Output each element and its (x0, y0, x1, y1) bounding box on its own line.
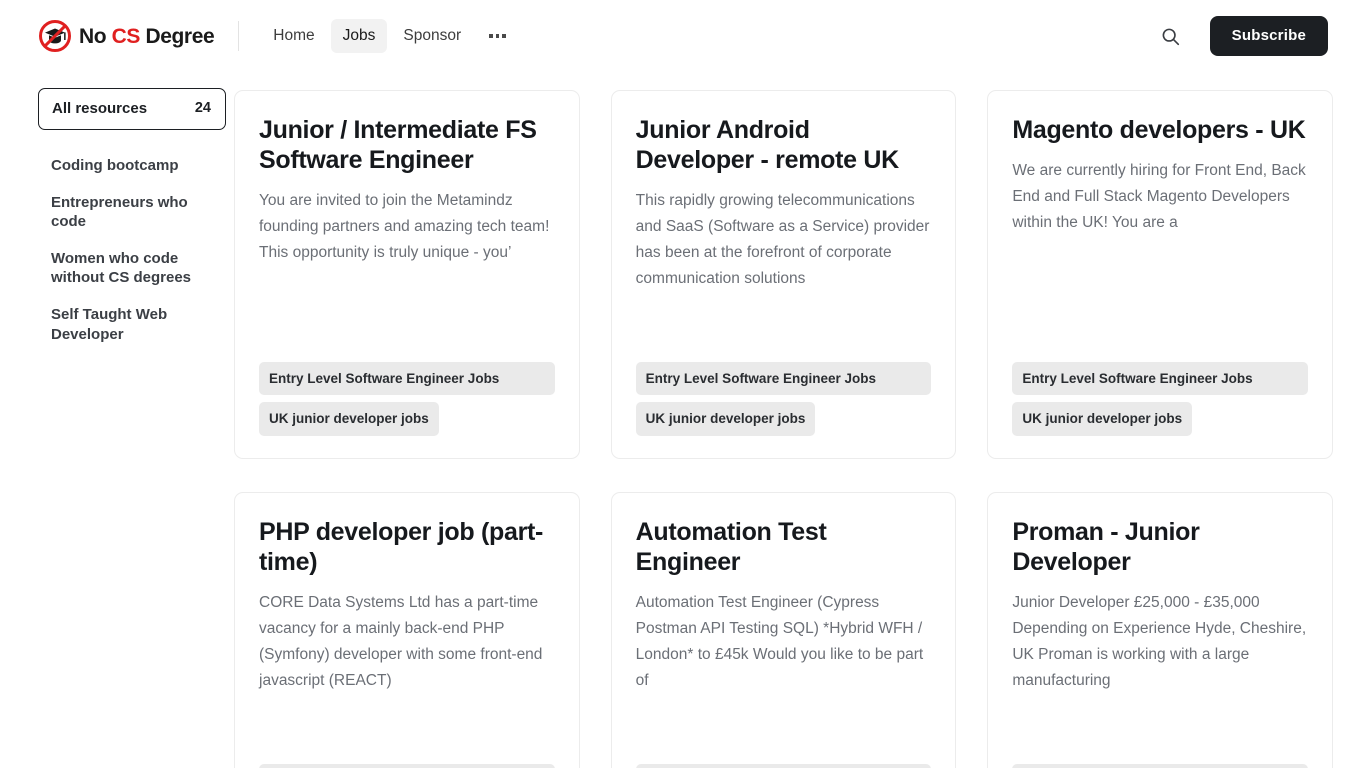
job-card[interactable]: Junior Android Developer - remote UK Thi… (610, 90, 957, 459)
job-card-description: CORE Data Systems Ltd has a part-time va… (259, 594, 543, 690)
nav-item-sponsor[interactable]: Sponsor (391, 19, 473, 53)
job-card-description: Junior Developer £25,000 - £35,000 Depen… (1012, 594, 1307, 690)
job-card-title: PHP developer job (part-time) (259, 518, 544, 576)
sidebar-all-resources-label: All resources (52, 100, 148, 117)
job-tag[interactable]: UK junior developer jobs (1012, 402, 1193, 436)
job-card-title: Automation Test Engineer (635, 518, 827, 576)
no-degree-cap-logo-icon (38, 19, 72, 53)
header-divider (238, 21, 240, 51)
job-cards-grid: Junior / Intermediate FS Software Engine… (234, 88, 1333, 768)
job-tag[interactable]: Entry Level Software Engineer Jobs (635, 763, 932, 768)
page-body: All resources 24 Coding bootcamp Entrepr… (0, 72, 1366, 768)
job-card-title: Junior / Intermediate FS Software Engine… (259, 116, 537, 174)
category-sidebar: All resources 24 Coding bootcamp Entrepr… (38, 88, 234, 353)
job-card-tags: Entry Level Software Engineer Jobs UK ju… (259, 340, 555, 436)
job-card-tags: Entry Level Software Engineer Jobs UK ju… (259, 742, 555, 768)
job-card[interactable]: PHP developer job (part-time) CORE Data … (234, 492, 580, 768)
sidebar-item-women-who-code[interactable]: Women who code without CS degrees (38, 240, 226, 296)
brand-name: No CS Degree (79, 24, 215, 48)
nav-item-home[interactable]: Home (261, 19, 326, 53)
nav-overflow-menu-icon[interactable] (477, 24, 518, 48)
dot-1 (489, 34, 493, 38)
job-card-title: Proman - Junior Developer (1012, 518, 1200, 576)
job-card-description: We are currently hiring for Front End, B… (1012, 162, 1306, 232)
site-header: No CS Degree Home Jobs Sponsor Subscribe (0, 0, 1366, 72)
job-card-title: Junior Android Developer - remote UK (635, 116, 900, 174)
job-tag[interactable]: Entry Level Software Engineer Jobs (635, 361, 932, 396)
job-card-description: You are invited to join the Metamindz fo… (259, 192, 550, 262)
sidebar-item-entrepreneurs-who-code[interactable]: Entrepreneurs who code (38, 184, 226, 240)
job-card[interactable]: Proman - Junior Developer Junior Develop… (987, 492, 1333, 768)
job-card-tags: Entry Level Software Engineer Jobs UK ju… (1012, 340, 1308, 436)
job-tag[interactable]: Entry Level Software Engineer Jobs (259, 361, 555, 396)
job-card-tags: Entry Level Software Engineer Jobs UK ju… (635, 340, 932, 436)
job-card[interactable]: Junior / Intermediate FS Software Engine… (234, 90, 580, 459)
brand-prefix: No (79, 24, 112, 48)
brand-highlight: CS (111, 24, 141, 48)
sidebar-all-resources-count: 24 (194, 100, 211, 117)
subscribe-button[interactable]: Subscribe (1209, 16, 1328, 56)
search-icon[interactable] (1158, 23, 1184, 49)
job-tag[interactable]: Entry Level Software Engineer Jobs (259, 763, 555, 768)
nav-item-jobs[interactable]: Jobs (330, 19, 388, 53)
job-tag[interactable]: Entry Level Software Engineer Jobs (1012, 763, 1308, 768)
sidebar-item-self-taught-web-developer[interactable]: Self Taught Web Developer (38, 296, 226, 352)
job-card-tags: Entry Level Software Engineer Jobs UK ju… (1012, 742, 1308, 768)
job-card-tags: Entry Level Software Engineer Jobs UK ju… (635, 742, 932, 768)
job-card-title: Magento developers - UK (1012, 116, 1306, 144)
job-card[interactable]: Magento developers - UK We are currently… (987, 90, 1333, 459)
job-tag[interactable]: Entry Level Software Engineer Jobs (1012, 361, 1308, 396)
primary-nav: Home Jobs Sponsor (261, 19, 517, 53)
job-tag[interactable]: UK junior developer jobs (635, 402, 816, 436)
sidebar-item-coding-bootcamp[interactable]: Coding bootcamp (38, 147, 226, 184)
job-tag[interactable]: UK junior developer jobs (259, 402, 439, 436)
sidebar-item-all-resources[interactable]: All resources 24 (38, 88, 226, 130)
job-card[interactable]: Automation Test Engineer Automation Test… (610, 492, 957, 768)
brand-logo-link[interactable]: No CS Degree (38, 19, 215, 53)
brand-suffix: Degree (140, 24, 215, 48)
dot-3 (502, 34, 506, 38)
dot-2 (495, 34, 500, 38)
job-card-description: This rapidly growing telecommunications … (635, 192, 930, 288)
job-card-description: Automation Test Engineer (Cypress Postma… (635, 594, 924, 690)
header-actions: Subscribe (1158, 16, 1328, 56)
